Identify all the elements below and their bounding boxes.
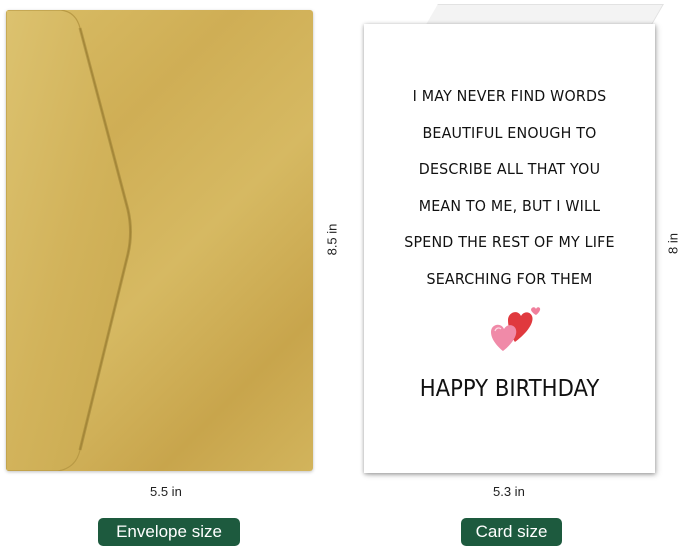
- card-width-label: 5.3 in: [493, 484, 525, 499]
- envelope-size-badge: Envelope size: [98, 518, 240, 546]
- verse-line: SPEND THE REST OF MY LIFE: [404, 233, 615, 251]
- card-height-label: 8 in: [665, 233, 679, 254]
- hearts-icon: [485, 306, 541, 364]
- verse-line: BEAUTIFUL ENOUGH TO: [422, 123, 597, 142]
- envelope-width-label: 5.5 in: [150, 484, 182, 499]
- card-verse: I MAY NEVER FIND WORDS BEAUTIFUL ENOUGH …: [364, 86, 655, 305]
- gold-envelope: [6, 10, 313, 471]
- verse-line: DESCRIBE ALL THAT YOU: [418, 160, 601, 178]
- card-size-badge: Card size: [461, 518, 562, 546]
- verse-line: I MAY NEVER FIND WORDS: [412, 87, 607, 105]
- verse-line: MEAN TO ME, BUT I WILL: [418, 196, 601, 215]
- greeting-text: HAPPY BIRTHDAY: [419, 376, 600, 402]
- verse-line: SEARCHING FOR THEM: [426, 269, 593, 288]
- greeting-card: I MAY NEVER FIND WORDS BEAUTIFUL ENOUGH …: [364, 24, 655, 473]
- envelope-height-label: 8.5 in: [324, 223, 340, 256]
- envelope-flap: [6, 10, 132, 471]
